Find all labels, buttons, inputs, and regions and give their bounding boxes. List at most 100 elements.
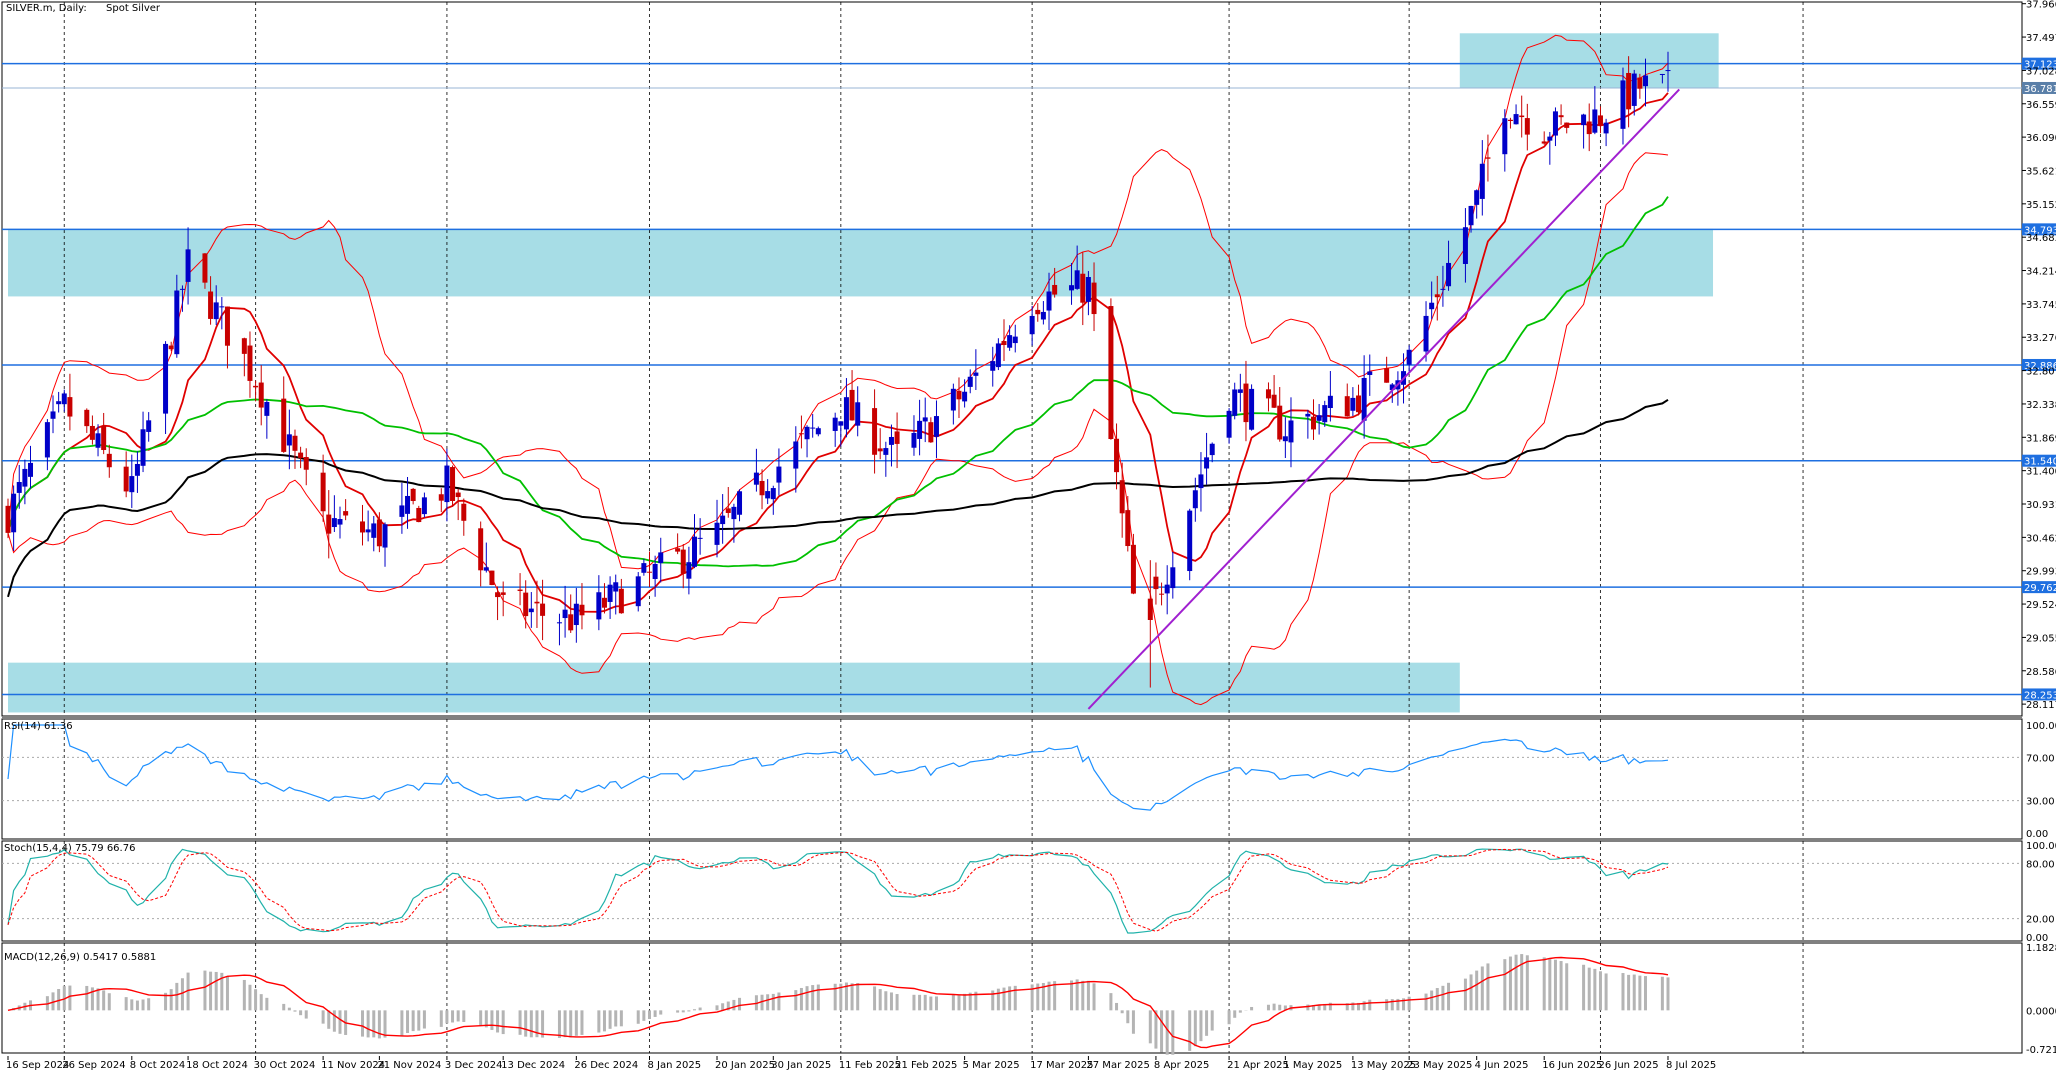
macd-bar [1514,954,1518,1011]
macd-bar [1092,983,1096,1011]
candle-body [1153,576,1159,590]
candle-body [202,253,208,283]
macd-bar [248,984,252,1011]
candle-body [1513,114,1519,125]
candle-body [1637,77,1643,89]
macd-bar [445,1010,449,1024]
candle-body [1558,115,1564,118]
macd-bar [254,989,258,1011]
candle-body [399,505,405,517]
horizontal-levels[interactable]: 37.12336.78134.79332.88631.54029.76228.2… [2,57,2056,702]
macd-bar [124,997,128,1011]
macd-bar [1148,1010,1152,1044]
time-label: 4 Jun 2025 [1475,1060,1529,1071]
candle-body [208,291,214,319]
candle-body [56,401,62,405]
time-label: 23 May 2025 [1407,1060,1472,1071]
candle-body [146,420,152,432]
macd-bar [1441,985,1445,1011]
symbol-description: Spot Silver [106,3,161,14]
macd-bar [1368,999,1372,1011]
candle-body [1344,396,1350,417]
candle-body [129,476,135,493]
macd-bar [1593,968,1597,1011]
stoch-axis-label: 100.00 [2026,841,2056,852]
stoch-axis-label: 80.00 [2026,859,2055,870]
macd-axis-label: 0.0000 [2026,1006,2056,1017]
candle-body [16,482,22,493]
macd-bar [242,979,246,1011]
price-label: 28.586 [2026,667,2056,678]
stoch-title: Stoch(15,4,4) 75.79 66.76 [4,843,135,854]
candle-body [956,390,962,400]
macd-bar [676,1010,680,1013]
price-label: 32.338 [2026,400,2056,411]
candle-body [933,416,939,437]
zone-2 [8,662,1460,713]
trendline[interactable] [1087,88,1680,710]
macd-bar [1238,1010,1242,1013]
candle-body [67,397,73,417]
candle-body [967,376,973,387]
candle-body [686,562,692,579]
macd-bar [1210,1010,1214,1031]
candle-body [461,503,467,521]
ma-slow [7,398,1669,598]
macd-bar [338,1010,342,1034]
macd-bar [490,1010,494,1030]
candle-body [1519,115,1525,118]
candle-body [123,466,129,492]
candle-body [1091,282,1097,315]
candle-body [540,603,546,616]
candle-body [337,519,343,525]
candle-body [1552,111,1558,136]
macd-bar [951,994,955,1011]
macd-bar [1272,1003,1276,1011]
time-label: 5 Mar 2025 [963,1060,1020,1071]
macd-bar [383,1010,387,1038]
candle-body [1282,436,1288,442]
price-label: 29.993 [2026,567,2056,578]
time-label: 21 Apr 2025 [1227,1060,1289,1071]
candle-body [573,603,579,626]
candle-body [872,408,878,455]
resistance-support-zones [8,33,1719,713]
price-label: 33.276 [2026,333,2056,344]
time-label: 26 Jun 2025 [1598,1060,1658,1071]
macd-bar [856,983,860,1011]
macd-bar [873,986,877,1011]
time-label: 26 Dec 2024 [574,1060,638,1071]
candle-body [1620,80,1626,129]
macd-bar [878,989,882,1011]
candle-body [832,417,838,431]
candle-body [1052,284,1058,295]
candle-body [1305,413,1311,417]
rsi-axis-label: 30.00 [2026,797,2055,808]
candle-body [185,249,191,282]
candle-body [1204,457,1210,469]
candle-body [911,432,917,448]
candle-body [376,519,382,547]
candle-body [793,441,799,469]
price-label: 37.028 [2026,66,2056,77]
time-label: 11 Feb 2025 [839,1060,901,1071]
macd-bar [698,1007,702,1011]
candle-body [1597,115,1603,126]
candle-body [618,588,624,614]
time-label: 21 Feb 2025 [895,1060,957,1071]
candle-body [22,468,28,487]
candle-body [1446,262,1452,287]
price-label: 35.152 [2026,200,2056,211]
time-label: 8 Apr 2025 [1154,1060,1209,1071]
candle-body [382,524,388,548]
candle-body [652,563,658,579]
candle-body [1029,315,1035,335]
macd-bar [619,1010,623,1027]
candle-body [1440,288,1446,290]
candle-body [163,343,169,414]
candle-body [1350,397,1356,411]
macd-bar [1008,986,1012,1011]
level-label: 36.781 [2024,84,2056,95]
candle-body [1108,306,1114,440]
trading-chart[interactable]: 37.12336.78134.79332.88631.54029.76228.2… [0,0,2056,1073]
